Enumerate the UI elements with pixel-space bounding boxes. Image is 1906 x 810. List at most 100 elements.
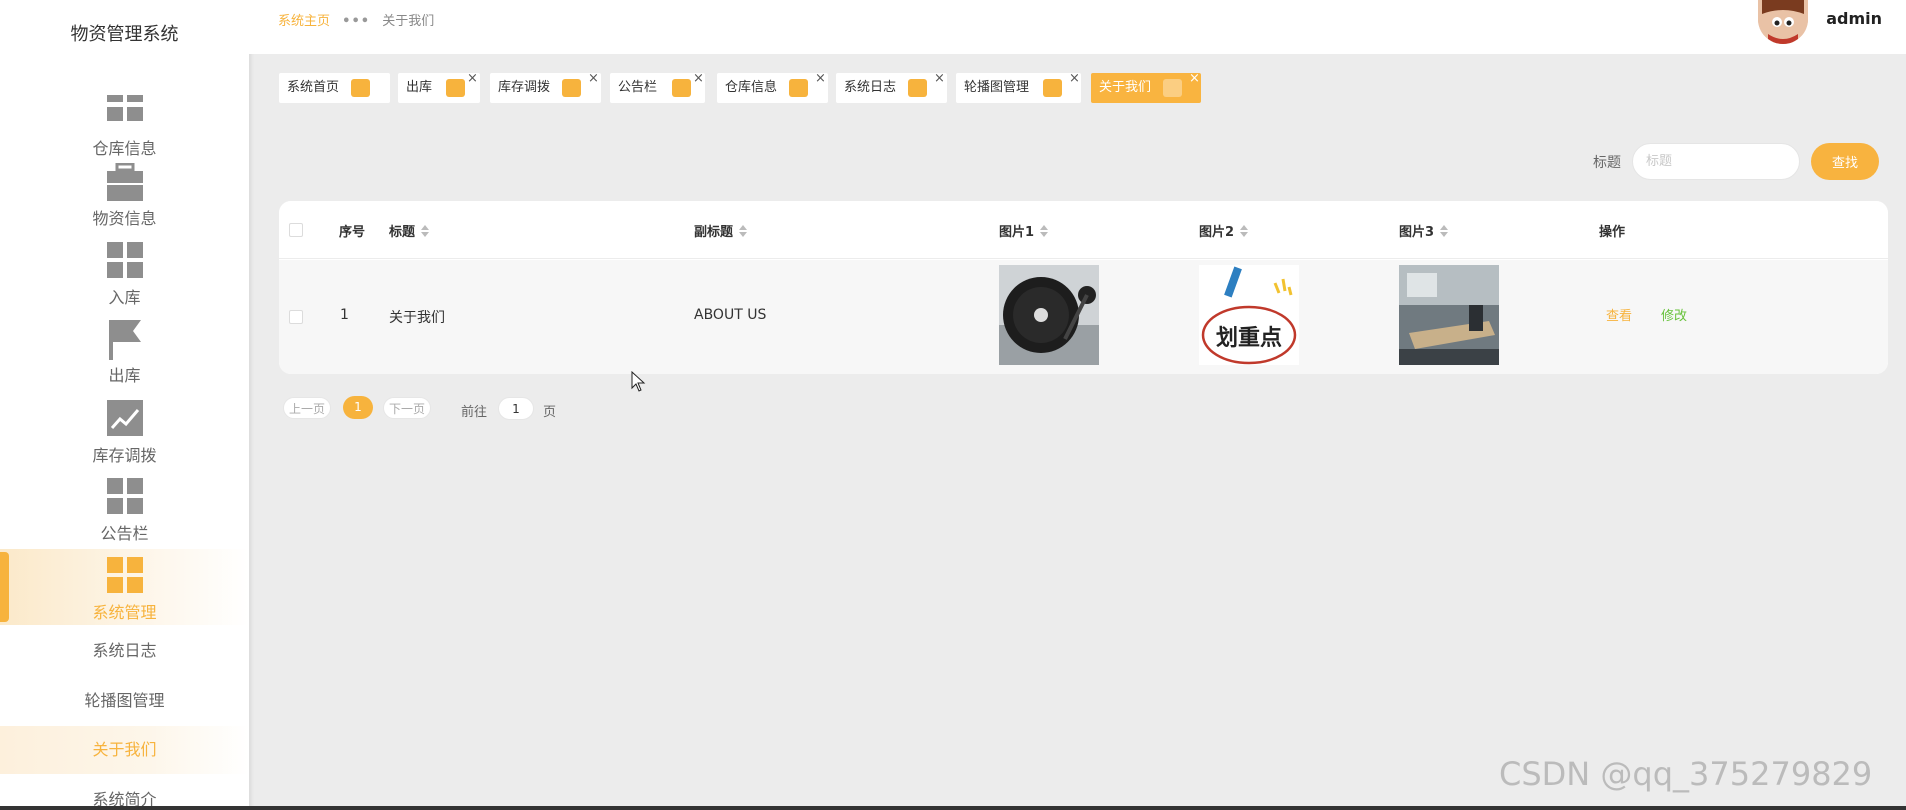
sidebar-item-system-management[interactable]: 系统管理 (0, 549, 249, 625)
flag-icon (108, 320, 141, 360)
column-header-actions: 操作 (1599, 225, 1626, 240)
sidebar-item-label: 公告栏 (100, 524, 149, 543)
heart-icon (908, 79, 927, 97)
sort-icon[interactable] (1440, 225, 1449, 237)
briefcase-icon (106, 163, 143, 201)
username[interactable]: admin (1826, 9, 1882, 28)
pagination-goto-input[interactable] (498, 397, 534, 420)
search-input[interactable] (1632, 143, 1800, 180)
pagination-next[interactable]: 下一页 (383, 397, 432, 419)
highlight-image: 划重点 (1199, 265, 1299, 365)
tag-stock-transfer[interactable]: 库存调拨 × (490, 71, 601, 103)
tag-about-us[interactable]: 关于我们 × (1091, 71, 1201, 103)
sidebar-item-label: 系统管理 (92, 603, 157, 622)
breadcrumb-separator: ••• (342, 14, 371, 29)
sidebar-item-stock-in[interactable]: 入库 (0, 242, 249, 320)
column-header-subtitle[interactable]: 副标题 (694, 221, 748, 240)
sidebar: 物资管理系统 仓库信息 物资信息 入库 出库 库存调拨 公告栏 系统管理 系统日… (0, 0, 249, 810)
tag-warehouse[interactable]: 仓库信息 × (717, 71, 828, 103)
heart-icon (1043, 79, 1062, 97)
avatar-image (1758, 0, 1808, 44)
select-all-checkbox[interactable] (289, 223, 303, 237)
tag-stock-out[interactable]: 出库 × (398, 71, 480, 103)
column-header-index: 序号 (339, 225, 366, 240)
sidebar-item-label: 库存调拨 (92, 446, 157, 465)
cell-subtitle: ABOUT US (694, 307, 767, 323)
sidebar-item-bulletin[interactable]: 公告栏 (0, 478, 249, 556)
turntable-image (999, 265, 1099, 365)
watermark: CSDN @qq_375279829 (1499, 755, 1873, 793)
sidebar-item-label: 仓库信息 (92, 139, 157, 158)
sort-icon[interactable] (739, 225, 748, 237)
heart-icon (789, 79, 808, 97)
close-icon[interactable]: × (1189, 64, 1200, 94)
column-header-image3[interactable]: 图片3 (1399, 221, 1449, 240)
sidebar-item-stock-out[interactable]: 出库 (0, 320, 249, 398)
avatar[interactable] (1758, 0, 1808, 44)
image1-thumbnail[interactable] (999, 265, 1099, 365)
search-button[interactable]: 查找 (1811, 143, 1879, 180)
tag-home[interactable]: 系统首页 (279, 73, 390, 103)
breadcrumb-home[interactable]: 系统主页 (278, 14, 330, 29)
tag-system-log[interactable]: 系统日志 × (836, 71, 947, 103)
sort-icon[interactable] (1040, 225, 1049, 237)
top-bar: 系统主页 ••• 关于我们 admin (249, 0, 1906, 54)
active-indicator (0, 552, 9, 622)
sidebar-subitem-system-intro[interactable]: 系统简介 (0, 776, 249, 810)
sidebar-item-label: 出库 (108, 366, 141, 385)
breadcrumb-current: 关于我们 (382, 14, 435, 29)
close-icon[interactable]: × (934, 64, 945, 94)
edit-button[interactable]: 修改 (1661, 305, 1687, 324)
search-label: 标题 (1593, 155, 1621, 171)
pagination-page[interactable]: 1 (343, 396, 373, 419)
close-icon[interactable]: × (588, 64, 599, 94)
row-checkbox[interactable] (289, 310, 303, 324)
sidebar-item-label: 入库 (108, 288, 141, 307)
sidebar-item-label: 物资信息 (92, 209, 157, 228)
office-image (1399, 265, 1499, 365)
column-header-image2[interactable]: 图片2 (1199, 221, 1249, 240)
close-icon[interactable]: × (693, 64, 704, 94)
close-icon[interactable]: × (467, 64, 478, 94)
column-header-image1[interactable]: 图片1 (999, 221, 1049, 240)
sidebar-item-materials[interactable]: 物资信息 (0, 163, 249, 241)
heart-icon (562, 79, 581, 97)
tag-label: 轮播图管理 (964, 80, 1030, 95)
breadcrumb: 系统主页 ••• 关于我们 (278, 10, 434, 29)
image3-thumbnail[interactable] (1399, 265, 1499, 365)
image2-caption: 划重点 (1216, 325, 1282, 351)
view-button[interactable]: 查看 (1606, 305, 1632, 324)
app-title: 物资管理系统 (70, 24, 179, 45)
grid-icon (106, 95, 143, 121)
close-icon[interactable]: × (1069, 64, 1080, 94)
tag-label: 库存调拨 (498, 80, 551, 95)
trend-chart-icon (106, 400, 143, 436)
sort-icon[interactable] (1240, 225, 1249, 237)
sidebar-item-stock-transfer[interactable]: 库存调拨 (0, 400, 249, 478)
pagination-page-unit: 页 (543, 405, 557, 420)
heart-icon (351, 79, 370, 97)
tag-label: 系统首页 (287, 80, 340, 95)
tag-label: 出库 (406, 80, 433, 95)
cell-title: 关于我们 (389, 310, 445, 326)
cell-index: 1 (340, 307, 349, 323)
column-header-title[interactable]: 标题 (389, 221, 430, 240)
close-icon[interactable]: × (815, 64, 826, 94)
tag-bulletin[interactable]: 公告栏 × (610, 71, 705, 103)
pagination-goto-label: 前往 (461, 405, 488, 420)
sidebar-subitem-about-us[interactable]: 关于我们 (0, 726, 249, 774)
sidebar-subitem-carousel[interactable]: 轮播图管理 (0, 677, 249, 725)
sidebar-subitem-system-log[interactable]: 系统日志 (0, 627, 249, 675)
tag-carousel[interactable]: 轮播图管理 × (956, 71, 1081, 103)
bottom-border (0, 806, 1906, 810)
sort-icon[interactable] (421, 225, 430, 237)
heart-icon (1163, 79, 1182, 97)
table-row: 1 关于我们 ABOUT US 划重点 查看 修改 (279, 260, 1888, 374)
tag-label: 系统日志 (844, 80, 897, 95)
image2-thumbnail[interactable]: 划重点 (1199, 265, 1299, 365)
heart-icon (672, 79, 691, 97)
sidebar-item-warehouse[interactable]: 仓库信息 (0, 93, 249, 171)
grid-icon (106, 478, 143, 514)
pagination-prev[interactable]: 上一页 (283, 397, 332, 419)
heart-icon (446, 79, 465, 97)
